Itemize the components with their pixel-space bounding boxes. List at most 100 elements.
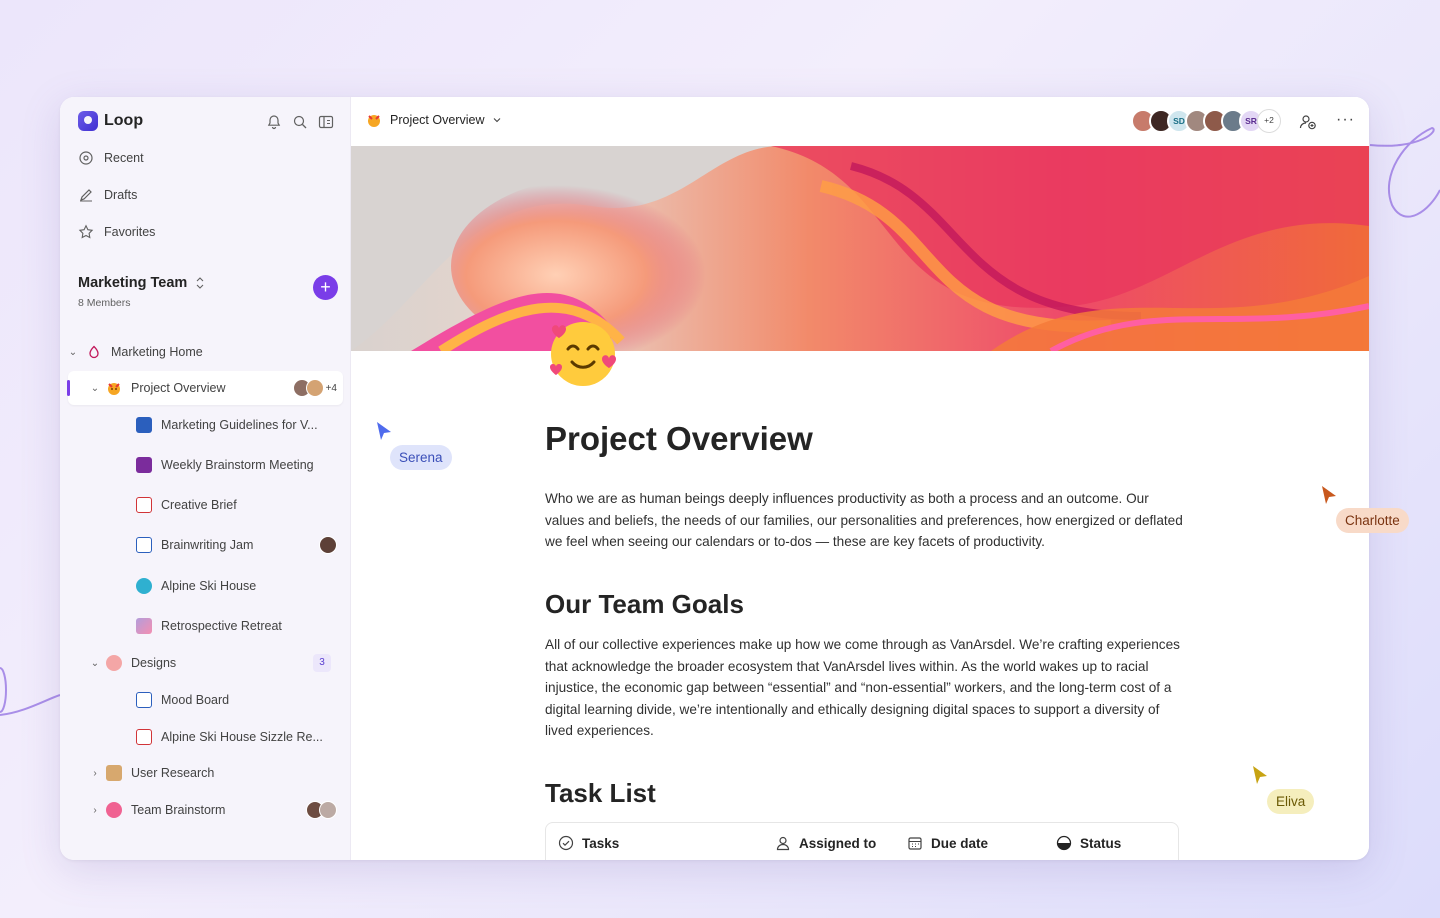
tree-item-marketing-home[interactable]: ⌄ Marketing Home (68, 335, 343, 369)
document-pane: Project Overview SD SR +2 ··· Project Ov… (351, 97, 1369, 860)
tree-item-label: Alpine Ski House Sizzle Re... (161, 730, 323, 744)
document-header: Project Overview SD SR +2 ··· (351, 97, 1369, 146)
share-people-icon[interactable] (1299, 113, 1317, 131)
nav-recent[interactable]: Recent (78, 150, 144, 166)
chevron-right-icon[interactable]: › (90, 768, 100, 779)
bell-icon[interactable] (266, 114, 282, 130)
tree-item-mood-board[interactable]: Mood Board (68, 683, 343, 717)
tree-item-label: Team Brainstorm (131, 803, 226, 817)
cursor-arrow-icon (1253, 766, 1267, 784)
nav-drafts[interactable]: Drafts (78, 187, 137, 203)
nav-recent-label: Recent (104, 151, 144, 165)
chevron-down-icon[interactable]: ⌄ (68, 347, 78, 358)
breadcrumb[interactable]: Project Overview (366, 112, 502, 128)
status-half-circle-icon (1056, 835, 1072, 851)
drafts-icon (80, 189, 92, 202)
tree-item-team-brainstorm[interactable]: › Team Brainstorm (68, 793, 343, 827)
onenote-icon (136, 457, 152, 473)
extra-collaborators-count: +4 (325, 382, 337, 394)
tree-item-label: Weekly Brainstorm Meeting (161, 458, 314, 472)
page-emoji-icon[interactable] (546, 315, 620, 389)
word-doc-icon (136, 417, 152, 433)
brain-icon (106, 802, 122, 818)
project-emoji-icon (106, 380, 122, 396)
person-icon (776, 836, 790, 851)
tree-item-label: Alpine Ski House (161, 579, 257, 593)
nav-favorites[interactable]: Favorites (78, 224, 155, 240)
chevron-right-icon[interactable]: › (90, 805, 100, 816)
app-brand[interactable]: Loop (78, 111, 143, 131)
tree-item-project-overview[interactable]: ⌄ Project Overview +4 (67, 371, 343, 405)
goals-paragraph[interactable]: All of our collective experiences make u… (545, 634, 1185, 742)
tree-item-label: User Research (131, 766, 215, 780)
avatar (319, 536, 337, 554)
tree-item-designs[interactable]: ⌄ Designs 3 (68, 646, 343, 680)
page-title[interactable]: Project Overview (545, 420, 813, 458)
tree-item-marketing-guidelines[interactable]: Marketing Guidelines for V... (68, 408, 343, 442)
more-options-icon[interactable]: ··· (1336, 111, 1355, 129)
cover-image (351, 146, 1369, 351)
video-icon (136, 729, 152, 745)
unicorn-icon (136, 618, 152, 634)
cursor-charlotte (1320, 484, 1338, 511)
column-header-due-date[interactable]: Due date (907, 835, 988, 851)
chevron-down-icon[interactable]: ⌄ (90, 658, 100, 669)
workspace-switcher[interactable]: Marketing Team 8 Members (78, 275, 205, 309)
tree-item-brainwriting-jam[interactable]: Brainwriting Jam (68, 528, 343, 562)
tasks-heading[interactable]: Task List (545, 778, 656, 809)
column-header-assigned[interactable]: Assigned to (775, 835, 876, 851)
tree-item-weekly-brainstorm[interactable]: Weekly Brainstorm Meeting (68, 448, 343, 482)
tree-item-retrospective-retreat[interactable]: Retrospective Retreat (68, 609, 343, 643)
tree-item-label: Marketing Home (111, 345, 203, 359)
avatar (319, 801, 337, 819)
more-collaborators-count[interactable]: +2 (1257, 109, 1281, 133)
tree-item-user-research[interactable]: › User Research (68, 756, 343, 790)
collaborator-avatars[interactable]: SD SR +2 (1131, 109, 1281, 133)
whiteboard-icon (136, 537, 152, 553)
chevron-down-icon[interactable]: ⌄ (90, 383, 100, 394)
star-icon (78, 224, 94, 239)
goals-heading[interactable]: Our Team Goals (545, 589, 744, 620)
column-header-label: Status (1080, 835, 1122, 851)
search-icon[interactable] (292, 114, 308, 130)
tree-item-sizzle-reel[interactable]: Alpine Ski House Sizzle Re... (68, 720, 343, 754)
app-name: Loop (104, 112, 144, 129)
avatar (305, 379, 324, 397)
tree-item-label: Creative Brief (161, 498, 237, 512)
ski-icon (136, 578, 152, 594)
cursor-label-eliva: Eliva (1267, 789, 1315, 814)
workspace-name: Marketing Team (78, 275, 188, 291)
column-header-tasks[interactable]: Tasks (558, 835, 619, 851)
tree-item-label: Retrospective Retreat (161, 619, 282, 633)
app-window: Loop Recent Drafts Favorites Marketing T… (60, 97, 1369, 860)
tree-item-label: Designs (131, 656, 177, 670)
column-header-label: Assigned to (799, 835, 877, 851)
palette-icon (106, 655, 122, 671)
page-collaborators[interactable]: +4 (292, 379, 337, 397)
intro-paragraph[interactable]: Who we are as human beings deeply influe… (545, 488, 1185, 553)
tree-item-label: Brainwriting Jam (161, 538, 254, 552)
panel-toggle-icon[interactable] (318, 114, 334, 130)
tree-item-label: Project Overview (131, 381, 226, 395)
tree-item-alpine-ski-house[interactable]: Alpine Ski House (68, 569, 343, 603)
calendar-icon (908, 837, 922, 850)
column-header-status[interactable]: Status (1056, 835, 1121, 851)
whiteboard-icon (136, 692, 152, 708)
cursor-label-charlotte: Charlotte (1336, 508, 1409, 533)
loop-logo-icon (78, 111, 98, 131)
breadcrumb-label: Project Overview (390, 113, 485, 127)
workspace-members: 8 Members (78, 297, 131, 309)
home-icon (86, 344, 102, 360)
nav-favorites-label: Favorites (104, 225, 156, 239)
project-emoji-icon (368, 115, 380, 127)
cursor-arrow-icon (1322, 486, 1336, 504)
page-collaborators[interactable] (319, 536, 337, 554)
active-indicator (67, 380, 70, 396)
cursor-label-serena: Serena (390, 445, 452, 470)
task-list-table[interactable]: Tasks Assigned to Due date Status (545, 822, 1179, 860)
add-page-button[interactable]: + (313, 275, 338, 300)
page-collaborators[interactable] (306, 801, 337, 819)
check-circle-icon (558, 835, 574, 851)
tree-item-creative-brief[interactable]: Creative Brief (68, 488, 343, 522)
column-header-label: Tasks (582, 835, 620, 851)
